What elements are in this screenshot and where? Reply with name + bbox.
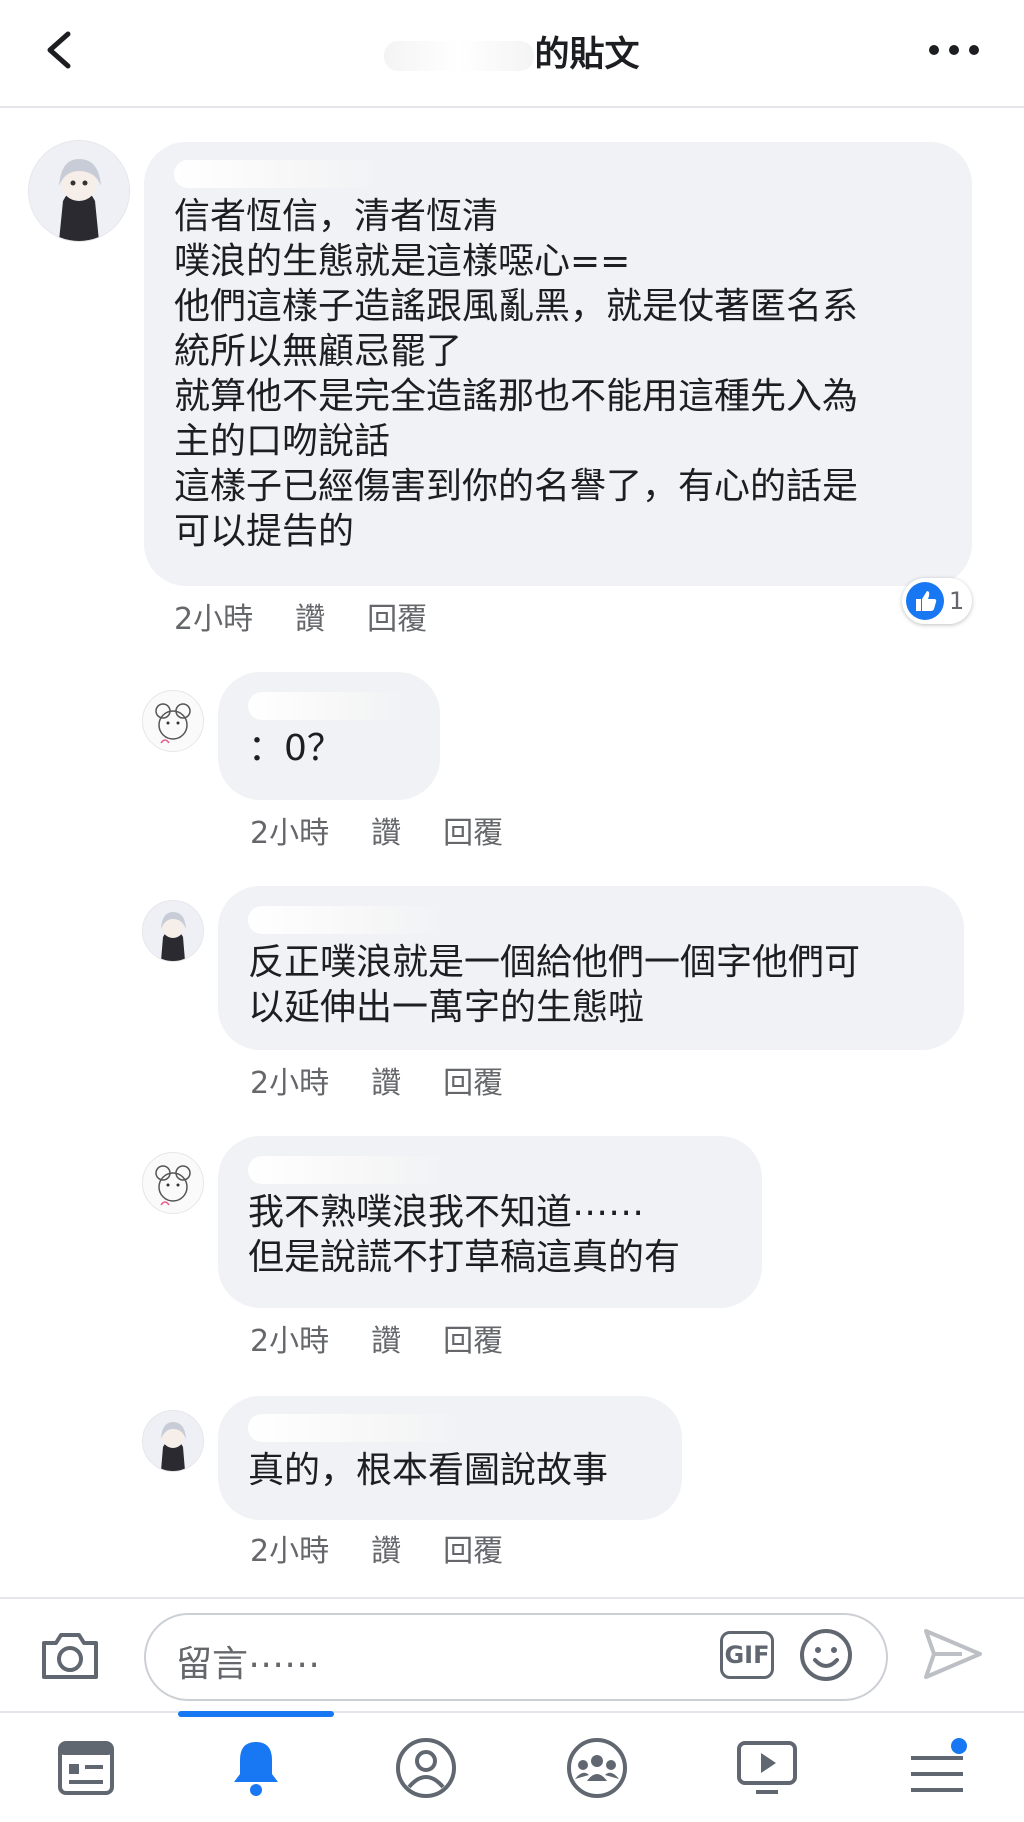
- anime-avatar-icon: [143, 901, 203, 961]
- comment-text-line: 我不熟噗浪我不知道⋯⋯: [248, 1192, 645, 1233]
- redacted-author[interactable]: [248, 692, 408, 720]
- avatar[interactable]: [28, 140, 130, 242]
- comment-bubble: 真的，根本看圖說故事: [218, 1396, 682, 1520]
- tab-profile[interactable]: [341, 1713, 511, 1822]
- camera-icon[interactable]: [38, 1629, 102, 1683]
- reply-link[interactable]: 回覆: [443, 1066, 503, 1101]
- anime-avatar-icon: [29, 141, 129, 241]
- redacted-author[interactable]: [248, 906, 448, 934]
- comment-text-line: 真的，根本看圖說故事: [248, 1450, 609, 1491]
- tab-groups[interactable]: [512, 1713, 682, 1822]
- reply-link[interactable]: 回覆: [367, 602, 427, 637]
- groups-icon: [567, 1737, 627, 1798]
- comment-meta: 2小時 讚 回覆: [250, 808, 545, 852]
- top-bar: 的貼文: [0, 0, 1024, 108]
- reply-link[interactable]: 回覆: [443, 1534, 503, 1569]
- timestamp: 2小時: [250, 816, 330, 851]
- reply-link[interactable]: 回覆: [443, 816, 503, 851]
- send-icon[interactable]: [922, 1625, 984, 1683]
- avatar[interactable]: [142, 1152, 204, 1214]
- bear-sketch-avatar-icon: [143, 1153, 203, 1213]
- redacted-author[interactable]: [174, 160, 384, 188]
- reaction-count: 1: [949, 587, 965, 615]
- like-link[interactable]: 讚: [295, 602, 325, 637]
- timestamp: 2小時: [250, 1534, 330, 1569]
- bear-sketch-avatar-icon: [143, 691, 203, 751]
- more-dots-icon[interactable]: [924, 38, 984, 62]
- comment-text-line: 這樣子已經傷害到你的名譽了，有心的話是: [174, 466, 859, 507]
- comment-text-line: 信者恆信，清者恆清: [174, 196, 499, 237]
- avatar[interactable]: [142, 900, 204, 962]
- comment-text-line: 以延伸出一萬字的生態啦: [248, 987, 645, 1028]
- comment-composer: 留言⋯⋯ GIF: [0, 1597, 1024, 1711]
- redacted-name: [384, 41, 535, 71]
- tab-menu[interactable]: [853, 1713, 1023, 1822]
- timestamp: 2小時: [174, 602, 254, 637]
- like-link[interactable]: 讚: [371, 816, 401, 851]
- comment-meta: 2小時 讚 回覆: [250, 1316, 545, 1360]
- like-thumb-icon: [906, 582, 944, 620]
- comment-text-line: 他們這樣子造謠跟風亂黑，就是仗著匿名系: [174, 286, 859, 327]
- menu-icon: [911, 1737, 967, 1792]
- title-text: 的貼文: [534, 35, 640, 75]
- comment-meta: 2小時 讚 回覆: [250, 1526, 545, 1570]
- like-link[interactable]: 讚: [371, 1066, 401, 1101]
- comment-text-line: 反正噗浪就是一個給他們一個字他們可: [248, 942, 861, 983]
- comment-text-line: ：0？: [248, 728, 343, 769]
- avatar[interactable]: [142, 1410, 204, 1472]
- comment-meta: 2小時 讚 回覆: [250, 1058, 545, 1102]
- avatar[interactable]: [142, 690, 204, 752]
- gif-icon[interactable]: GIF: [720, 1631, 774, 1679]
- comment-text-line: 噗浪的生態就是這樣噁心==: [174, 241, 631, 282]
- like-link[interactable]: 讚: [371, 1324, 401, 1359]
- reaction-badge[interactable]: 1: [902, 578, 973, 624]
- tab-news-feed[interactable]: [1, 1713, 171, 1822]
- comment-text-line: 主的口吻說話: [174, 421, 391, 462]
- comment-meta: 2小時 讚 回覆: [174, 594, 469, 638]
- page-title: 的貼文: [0, 26, 1024, 77]
- comment-bubble: ：0？: [218, 672, 440, 800]
- comment-bubble: 反正噗浪就是一個給他們一個字他們可 以延伸出一萬字的生態啦: [218, 886, 964, 1050]
- comment-input[interactable]: 留言⋯⋯ GIF: [144, 1613, 888, 1701]
- comment-text-line: 統所以無顧忌罷了: [174, 331, 463, 372]
- tab-watch[interactable]: [682, 1713, 852, 1822]
- profile-icon: [396, 1737, 456, 1798]
- comment-input-placeholder: 留言⋯⋯: [176, 1644, 321, 1685]
- news-feed-icon: [58, 1740, 114, 1795]
- comment-text-line: 可以提告的: [174, 511, 355, 552]
- anime-avatar-icon: [143, 1411, 203, 1471]
- timestamp: 2小時: [250, 1066, 330, 1101]
- bottom-tab-bar: [0, 1711, 1024, 1822]
- emoji-icon[interactable]: [798, 1627, 854, 1683]
- tab-notifications[interactable]: [171, 1713, 341, 1822]
- notifications-bell-icon: [234, 1741, 278, 1796]
- watch-video-icon: [737, 1740, 797, 1794]
- redacted-author[interactable]: [248, 1414, 468, 1442]
- menu-badge-dot: [951, 1737, 967, 1754]
- comment-text-line: 但是說謊不打草稿這真的有: [248, 1237, 681, 1278]
- timestamp: 2小時: [250, 1324, 330, 1359]
- like-link[interactable]: 讚: [371, 1534, 401, 1569]
- comment-text-line: 就算他不是完全造謠那也不能用這種先入為: [174, 376, 859, 417]
- comment-bubble: 信者恆信，清者恆清 噗浪的生態就是這樣噁心== 他們這樣子造謠跟風亂黑，就是仗著…: [144, 142, 972, 586]
- comment-bubble: 我不熟噗浪我不知道⋯⋯ 但是說謊不打草稿這真的有: [218, 1136, 762, 1308]
- reply-link[interactable]: 回覆: [443, 1324, 503, 1359]
- redacted-author[interactable]: [248, 1156, 448, 1184]
